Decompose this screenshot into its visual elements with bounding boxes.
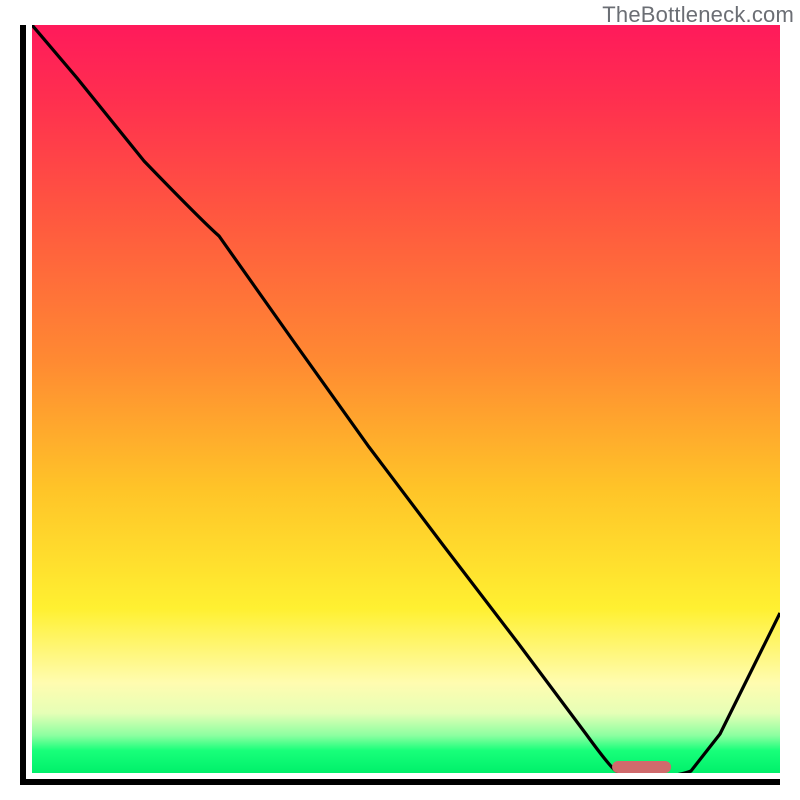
axes-frame	[20, 25, 780, 785]
watermark-text: TheBottleneck.com	[602, 2, 794, 28]
optimal-range-marker	[612, 761, 672, 773]
plot-area	[32, 25, 780, 773]
chart-wrapper: TheBottleneck.com	[0, 0, 800, 800]
curve-svg	[32, 25, 780, 773]
bottleneck-curve-line	[32, 25, 780, 773]
